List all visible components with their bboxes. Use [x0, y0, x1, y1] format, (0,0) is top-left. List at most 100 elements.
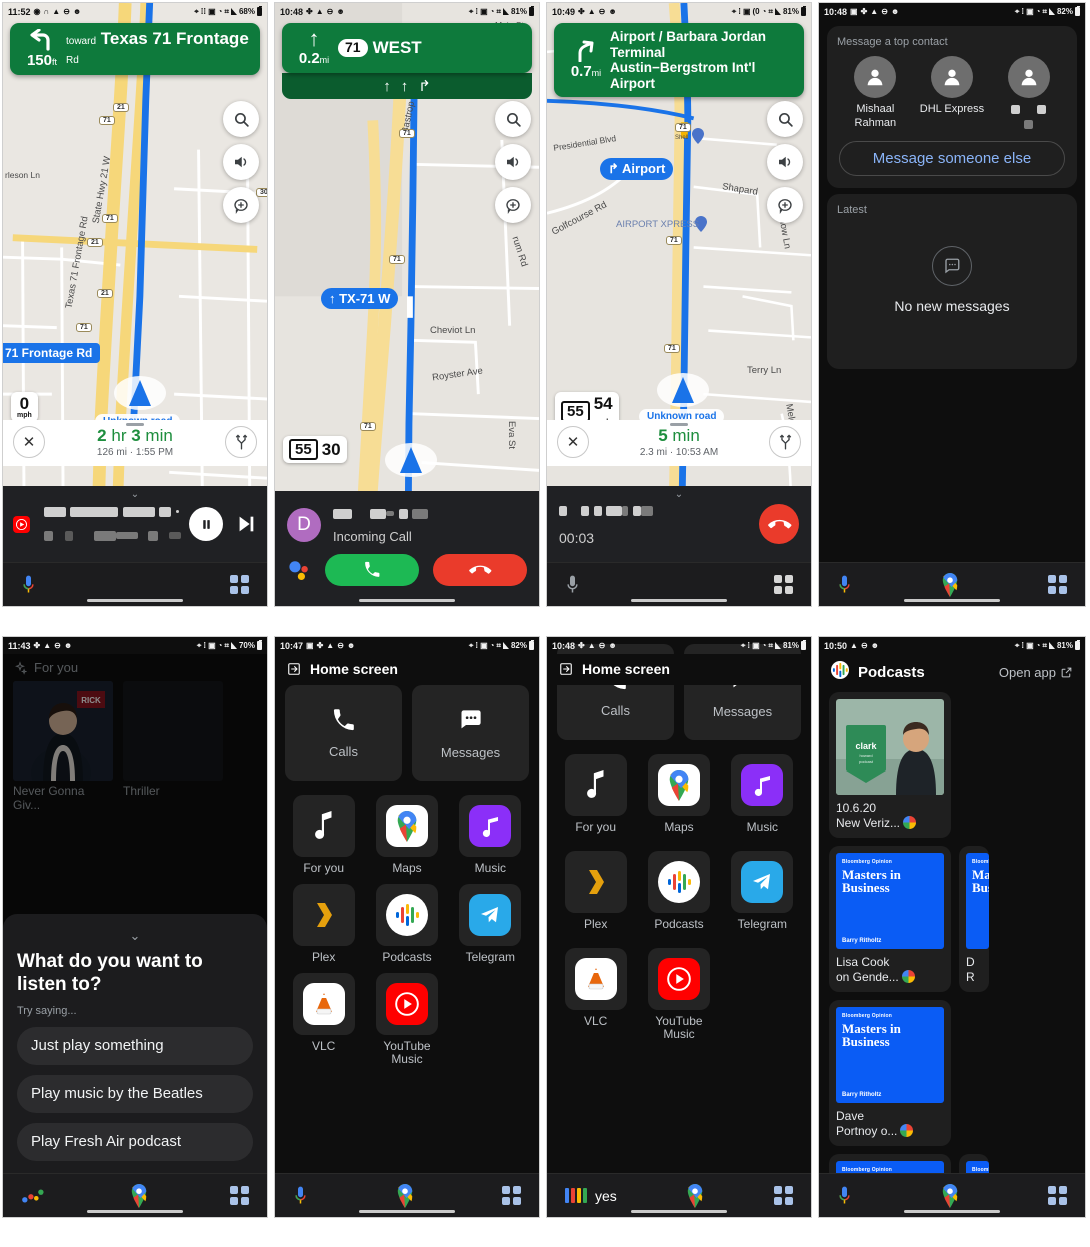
contact-item[interactable]: DHL Express: [917, 56, 987, 131]
app-grid-icon[interactable]: [1048, 575, 1067, 594]
google-podcasts-icon: [831, 661, 849, 683]
warning-icon: ▲: [587, 6, 596, 16]
answer-call-button[interactable]: [325, 554, 419, 586]
speedometer: 0 mph: [11, 392, 38, 422]
assistant-icon[interactable]: [287, 559, 311, 581]
route-shield: 71: [389, 255, 405, 264]
assistant-mic-icon[interactable]: [293, 1185, 308, 1207]
music-note-icon: [314, 811, 332, 839]
route-shield: 71: [76, 323, 92, 332]
maps-icon[interactable]: [395, 1183, 415, 1208]
exit-icon[interactable]: [559, 662, 573, 676]
close-icon[interactable]: ✕: [13, 426, 45, 458]
search-icon[interactable]: [495, 101, 531, 137]
exit-icon[interactable]: [287, 662, 301, 676]
alternate-routes-icon[interactable]: [225, 426, 257, 458]
app-grid-icon[interactable]: [774, 575, 793, 594]
media-strip[interactable]: ⌄: [3, 486, 267, 562]
dnd-icon: ⊖: [860, 640, 868, 650]
app-telegram[interactable]: Telegram: [452, 883, 529, 965]
hang-up-button[interactable]: [759, 504, 799, 544]
app-grid-icon[interactable]: [230, 1186, 249, 1205]
vibrate-icon: ⁞: [738, 6, 741, 16]
report-icon[interactable]: [223, 187, 259, 223]
decline-call-button[interactable]: [433, 554, 527, 586]
battery-icon: [529, 6, 534, 16]
bluetooth-icon: ✤: [860, 6, 868, 16]
app-plex[interactable]: Plex: [285, 883, 362, 965]
volume-icon[interactable]: [495, 144, 531, 180]
plex-icon: [316, 902, 332, 927]
maps-icon[interactable]: [685, 1183, 705, 1208]
contact-item[interactable]: [994, 56, 1064, 131]
home-screen-title: Home screen: [310, 661, 398, 677]
voice-transcript[interactable]: yes: [565, 1188, 617, 1204]
report-icon[interactable]: [495, 187, 531, 223]
suggestion-chip[interactable]: Play Fresh Air podcast: [17, 1123, 253, 1161]
panel-messages: Message a top contact Mishaal Rahman DHL…: [816, 0, 1090, 611]
alarm-icon: ◔: [1035, 640, 1041, 650]
app-plex[interactable]: Plex: [557, 850, 634, 932]
drag-handle[interactable]: [670, 423, 688, 426]
route-shield: 71: [102, 214, 118, 223]
message-someone-else-button[interactable]: Message someone else: [839, 140, 1065, 176]
volume-icon[interactable]: [767, 144, 803, 180]
episode-card[interactable]: Bloomberg Opinion Masters in Business Ba…: [829, 846, 951, 992]
home-indicator: [904, 1210, 1000, 1213]
maps-icon[interactable]: [940, 1183, 960, 1208]
tile-messages[interactable]: Messages: [412, 685, 529, 781]
report-icon[interactable]: [767, 187, 803, 223]
mic-icon[interactable]: [565, 574, 580, 596]
app-maps[interactable]: Maps: [368, 795, 445, 876]
eta-sheet: ✕ 2 hr 3 min 126 mi · 1:55 PM: [3, 420, 267, 466]
app-vlc[interactable]: VLC: [285, 972, 362, 1068]
app-podcasts[interactable]: Podcasts: [640, 850, 717, 932]
vibrate-icon: ⁞: [475, 640, 479, 650]
suggestion-chip[interactable]: Just play something: [17, 1027, 253, 1065]
episode-card[interactable]: Bloomberg Opinion Masters in Business DR: [959, 846, 989, 992]
telegram-icon: [469, 893, 512, 936]
app-for-you[interactable]: For you: [557, 754, 634, 835]
app-grid-icon[interactable]: [502, 1186, 521, 1205]
app-music[interactable]: Music: [724, 754, 801, 835]
app-music[interactable]: Music: [452, 795, 529, 876]
search-icon[interactable]: [223, 101, 259, 137]
pause-button[interactable]: [189, 507, 223, 541]
app-grid-icon[interactable]: [230, 575, 249, 594]
chevron-down-icon[interactable]: ⌄: [17, 928, 253, 944]
assistant-mic-icon[interactable]: [837, 1185, 852, 1207]
maps-icon[interactable]: [940, 572, 960, 597]
close-icon[interactable]: ✕: [557, 426, 589, 458]
app-youtube-music[interactable]: YouTube Music: [640, 947, 717, 1043]
contact-item[interactable]: Mishaal Rahman: [840, 56, 910, 131]
app-grid-icon[interactable]: [773, 1186, 793, 1205]
app-podcasts[interactable]: Podcasts: [368, 883, 445, 965]
avatar: D: [287, 507, 321, 542]
app-youtube-music[interactable]: YouTube Music: [368, 972, 445, 1068]
episode-card[interactable]: clark howard podcast 10.6.20 New Veriz...: [829, 692, 951, 838]
app-label: Plex: [311, 949, 336, 964]
app-grid-icon[interactable]: [1048, 1186, 1067, 1205]
active-call-strip[interactable]: ⌄ 00:03: [547, 486, 811, 562]
tile-calls[interactable]: Calls: [285, 685, 402, 781]
app-telegram[interactable]: Telegram: [724, 850, 801, 932]
episode-card[interactable]: Bloomberg Opinion Masters in Business Ba…: [829, 1000, 951, 1146]
map-label: rleson Ln: [5, 170, 40, 180]
app-vlc[interactable]: VLC: [557, 947, 634, 1043]
assistant-mic-icon[interactable]: [21, 574, 36, 596]
app-maps[interactable]: Maps: [640, 754, 717, 835]
search-icon[interactable]: [767, 101, 803, 137]
chevron-down-icon[interactable]: ⌄: [131, 489, 139, 500]
drag-handle[interactable]: [126, 423, 144, 426]
maps-icon[interactable]: [129, 1183, 149, 1208]
app-for-you[interactable]: For you: [285, 795, 362, 876]
suggestion-chip[interactable]: Play music by the Beatles: [17, 1075, 253, 1113]
volume-icon[interactable]: [223, 144, 259, 180]
alternate-routes-icon[interactable]: [769, 426, 801, 458]
next-track-button[interactable]: [235, 513, 257, 535]
chevron-down-icon[interactable]: ⌄: [675, 489, 683, 500]
assistant-mic-icon[interactable]: [837, 574, 852, 596]
assistant-dots-icon[interactable]: [21, 1187, 47, 1205]
open-app-button[interactable]: Open app: [999, 665, 1073, 680]
alarm-icon: ◔: [489, 6, 495, 16]
